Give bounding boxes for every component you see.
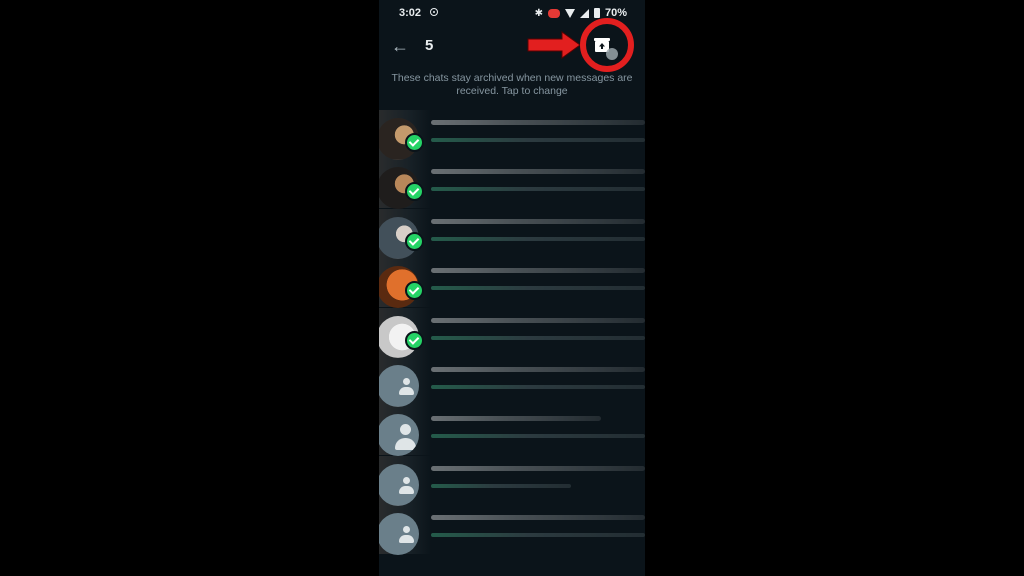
chat-name-blurred <box>431 366 645 372</box>
chat-name-blurred <box>431 515 645 521</box>
touch-cursor <box>606 48 618 60</box>
wifi-icon <box>564 8 575 18</box>
recording-indicator-icon <box>547 8 560 18</box>
chat-name-blurred <box>431 317 645 323</box>
selected-count: 5 <box>425 37 434 54</box>
signal-icon <box>579 8 589 18</box>
group-avatar-icon <box>379 463 419 506</box>
chat-row[interactable] <box>379 505 645 556</box>
chat-row[interactable] <box>379 110 645 160</box>
chat-preview-blurred <box>431 138 645 142</box>
phone-screen: 3:02 ✱ 70% ← 5 These chats stay archived… <box>379 0 645 576</box>
battery-percent: 70% <box>604 7 627 19</box>
chat-row[interactable] <box>379 258 645 309</box>
bluetooth-icon: ✱ <box>534 7 543 19</box>
chat-name-blurred <box>431 120 645 125</box>
chat-preview-blurred <box>431 286 645 291</box>
chat-name-blurred <box>431 268 645 274</box>
chat-preview-blurred <box>431 384 645 389</box>
chat-preview-blurred <box>431 335 645 340</box>
chat-row[interactable] <box>379 455 645 506</box>
chat-row[interactable] <box>379 406 645 457</box>
chat-preview-blurred <box>431 187 645 192</box>
chat-row[interactable] <box>379 208 645 259</box>
status-bar: 3:02 ✱ 70% <box>379 0 645 26</box>
app-bar: ← 5 <box>379 26 645 66</box>
chat-preview-blurred <box>431 236 645 241</box>
selected-check-icon <box>405 133 424 152</box>
chat-name-blurred <box>431 465 645 471</box>
chat-name-blurred <box>431 416 601 422</box>
chat-preview-blurred <box>431 483 571 488</box>
selected-check-icon <box>405 231 424 251</box>
battery-icon <box>593 8 600 18</box>
record-icon <box>430 8 438 16</box>
chat-preview-blurred <box>431 533 645 538</box>
chat-name-blurred <box>431 218 645 224</box>
chat-row[interactable] <box>379 159 645 210</box>
chat-preview-blurred <box>431 434 645 439</box>
chat-list <box>379 110 645 556</box>
group-avatar-icon <box>379 364 419 407</box>
selected-check-icon <box>405 330 424 350</box>
chat-name-blurred <box>431 169 645 175</box>
chat-row[interactable] <box>379 307 645 358</box>
chat-row[interactable] <box>379 356 645 407</box>
status-icons: ✱ 70% <box>535 7 627 19</box>
archive-info-text[interactable]: These chats stay archived when new messa… <box>379 72 645 98</box>
more-vertical-icon[interactable] <box>625 38 633 54</box>
arrow-left-icon[interactable]: ← <box>389 35 411 57</box>
status-time: 3:02 <box>399 7 422 19</box>
